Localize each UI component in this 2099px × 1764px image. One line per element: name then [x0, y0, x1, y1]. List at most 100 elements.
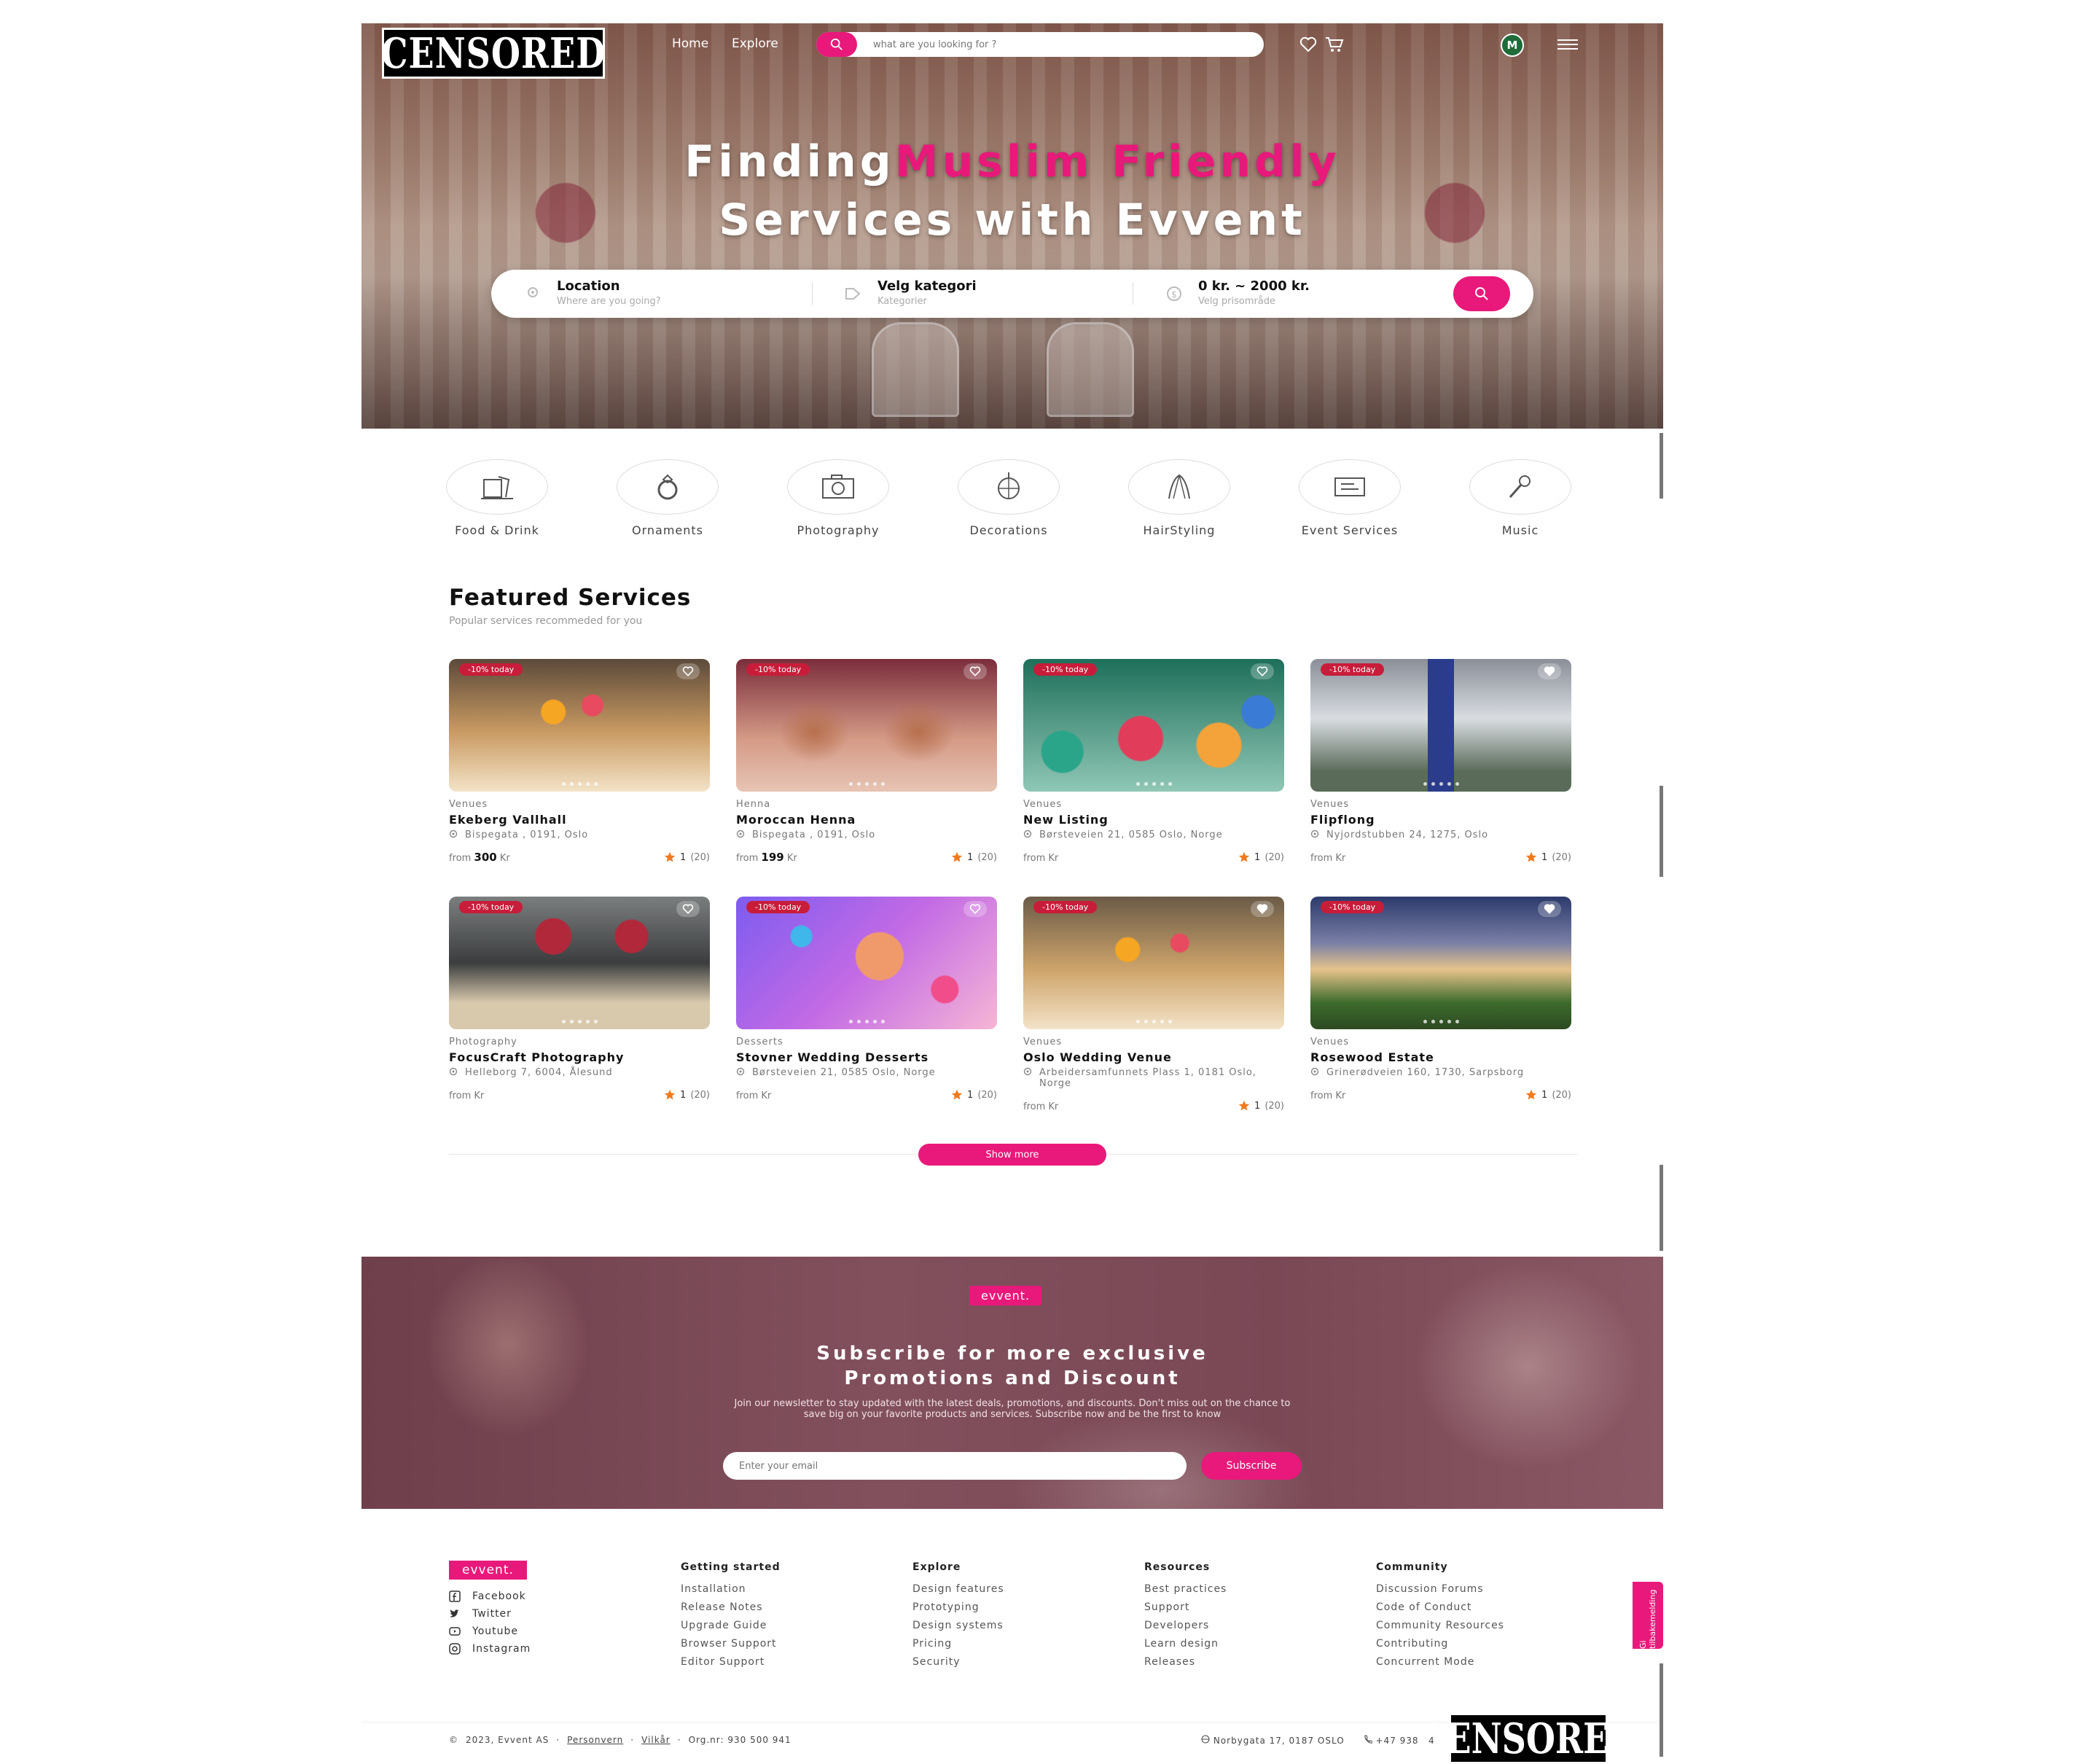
privacy-link[interactable]: Personvern: [567, 1735, 623, 1745]
footer-contact: Norbygata 17, 0187 OSLO +47 938 84: [1201, 1735, 1435, 1746]
favorite-heart-icon[interactable]: [676, 901, 700, 917]
service-image[interactable]: -10% today: [736, 897, 997, 1029]
search-icon[interactable]: [816, 32, 857, 57]
footer-link[interactable]: Release Notes: [681, 1599, 781, 1617]
footer-link[interactable]: Editor Support: [681, 1653, 781, 1671]
service-image[interactable]: -10% today: [449, 897, 710, 1029]
heart-icon[interactable]: [1297, 34, 1319, 55]
price-field[interactable]: $ 0 kr. ~ 2000 kr. Velg prisområde: [1165, 277, 1442, 311]
globe-icon: [1201, 1735, 1210, 1744]
footer-link[interactable]: Contributing: [1376, 1635, 1504, 1653]
category-field[interactable]: Velg kategori Kategorier: [844, 277, 1121, 311]
footer-legal: © 2023, Evvent AS · Personvern · Vilkår …: [449, 1735, 791, 1745]
footer-link[interactable]: Prototyping: [912, 1599, 1004, 1617]
newsletter-title-line2: Promotions and Discount: [844, 1367, 1181, 1389]
footer-link[interactable]: Concurrent Mode: [1376, 1653, 1504, 1671]
carousel-dots[interactable]: [1310, 782, 1571, 786]
carousel-dots[interactable]: [1023, 1020, 1284, 1023]
youtube-link[interactable]: Youtube: [449, 1626, 518, 1637]
nav-home-link[interactable]: Home: [672, 36, 708, 51]
service-name[interactable]: New Listing: [1023, 813, 1284, 827]
service-image[interactable]: -10% today: [1023, 897, 1284, 1029]
footer-link[interactable]: Design systems: [912, 1617, 1004, 1635]
footer-logo[interactable]: evvent.: [449, 1561, 527, 1580]
service-card[interactable]: -10% today Venues Oslo Wedding Venue Arb…: [1023, 897, 1284, 1112]
service-name[interactable]: Moroccan Henna: [736, 813, 997, 827]
carousel-dots[interactable]: [449, 1020, 710, 1023]
favorite-heart-icon[interactable]: [676, 663, 700, 679]
footer-link[interactable]: Design features: [912, 1580, 1004, 1599]
service-card[interactable]: -10% today Venues Flipflong Nyjordstubbe…: [1310, 659, 1571, 864]
scrollbar-marker: [1660, 433, 1663, 499]
service-image[interactable]: -10% today: [449, 659, 710, 792]
service-name[interactable]: Ekeberg Vallhall: [449, 813, 710, 827]
footer-link[interactable]: Support: [1144, 1599, 1227, 1617]
facebook-link[interactable]: Facebook: [449, 1591, 526, 1602]
carousel-dots[interactable]: [736, 1020, 997, 1023]
category-ornaments[interactable]: Ornaments: [602, 459, 733, 537]
twitter-link[interactable]: Twitter: [449, 1608, 512, 1620]
carousel-dots[interactable]: [736, 782, 997, 786]
service-name[interactable]: Flipflong: [1310, 813, 1571, 827]
instagram-link[interactable]: Instagram: [449, 1643, 531, 1655]
favorite-heart-icon[interactable]: [963, 663, 987, 679]
feedback-tab[interactable]: Gi tilbakemelding: [1633, 1582, 1663, 1649]
footer-link[interactable]: Learn design: [1144, 1635, 1227, 1653]
header-search-input[interactable]: [873, 32, 1238, 57]
cart-icon[interactable]: [1324, 34, 1345, 55]
footer-link[interactable]: Community Resources: [1376, 1617, 1504, 1635]
favorite-heart-icon[interactable]: [963, 901, 987, 917]
footer-link[interactable]: Upgrade Guide: [681, 1617, 781, 1635]
footer-link[interactable]: Pricing: [912, 1635, 1004, 1653]
favorite-heart-icon[interactable]: [1251, 901, 1274, 917]
service-name[interactable]: Oslo Wedding Venue: [1023, 1050, 1284, 1064]
service-name[interactable]: Rosewood Estate: [1310, 1050, 1571, 1064]
service-name[interactable]: Stovner Wedding Desserts: [736, 1050, 997, 1064]
service-footer: from Kr 1 (20): [1310, 1088, 1571, 1102]
service-card[interactable]: -10% today Venues New Listing Børsteveie…: [1023, 659, 1284, 864]
carousel-dots[interactable]: [1023, 782, 1284, 786]
service-card[interactable]: -10% today Desserts Stovner Wedding Dess…: [736, 897, 997, 1101]
service-name[interactable]: FocusCraft Photography: [449, 1050, 710, 1064]
category-label: Event Services: [1301, 523, 1399, 537]
avatar[interactable]: M: [1501, 34, 1524, 57]
favorite-heart-icon[interactable]: [1538, 901, 1561, 917]
service-image[interactable]: -10% today: [1310, 897, 1571, 1029]
service-image[interactable]: -10% today: [736, 659, 997, 792]
footer-link[interactable]: Code of Conduct: [1376, 1599, 1504, 1617]
category-event-services[interactable]: Event Services: [1284, 459, 1415, 537]
favorite-heart-icon[interactable]: [1538, 663, 1561, 679]
category-hairstyling[interactable]: HairStyling: [1114, 459, 1245, 537]
footer-link[interactable]: Developers: [1144, 1617, 1227, 1635]
service-card[interactable]: -10% today Photography FocusCraft Photog…: [449, 897, 710, 1101]
menu-icon[interactable]: [1557, 34, 1579, 55]
service-image[interactable]: -10% today: [1023, 659, 1284, 792]
location-field[interactable]: Location Where are you going?: [523, 277, 800, 311]
subscribe-button[interactable]: Subscribe: [1201, 1452, 1302, 1480]
category-photography[interactable]: Photography: [773, 459, 904, 537]
favorite-heart-icon[interactable]: [1251, 663, 1274, 679]
service-card[interactable]: -10% today Henna Moroccan Henna Bispegat…: [736, 659, 997, 864]
service-image[interactable]: -10% today: [1310, 659, 1571, 792]
footer-link[interactable]: Best practices: [1144, 1580, 1227, 1599]
carousel-dots[interactable]: [449, 782, 710, 786]
footer-link[interactable]: Releases: [1144, 1653, 1227, 1671]
category-decorations[interactable]: Decorations: [943, 459, 1074, 537]
footer-link[interactable]: Security: [912, 1653, 1004, 1671]
nav-explore-link[interactable]: Explore: [732, 36, 778, 51]
show-more-button[interactable]: Show more: [918, 1144, 1106, 1166]
service-address: Arbeidersamfunnets Plass 1, 0181 Oslo, N…: [1023, 1067, 1284, 1089]
terms-link[interactable]: Vilkår: [641, 1735, 671, 1745]
category-food-drink[interactable]: Food & Drink: [431, 459, 563, 537]
site-logo[interactable]: CENSORED: [381, 28, 605, 79]
service-card[interactable]: -10% today Venues Rosewood Estate Griner…: [1310, 897, 1571, 1101]
service-card[interactable]: -10% today Venues Ekeberg Vallhall Bispe…: [449, 659, 710, 864]
category-music[interactable]: Music: [1455, 459, 1586, 537]
footer-link[interactable]: Installation: [681, 1580, 781, 1599]
footer-col-explore: Explore Design features Prototyping Desi…: [912, 1561, 1004, 1671]
footer-link[interactable]: Browser Support: [681, 1635, 781, 1653]
hero-search-button[interactable]: [1453, 276, 1510, 311]
carousel-dots[interactable]: [1310, 1020, 1571, 1023]
footer-link[interactable]: Discussion Forums: [1376, 1580, 1504, 1599]
email-field[interactable]: [723, 1452, 1187, 1480]
